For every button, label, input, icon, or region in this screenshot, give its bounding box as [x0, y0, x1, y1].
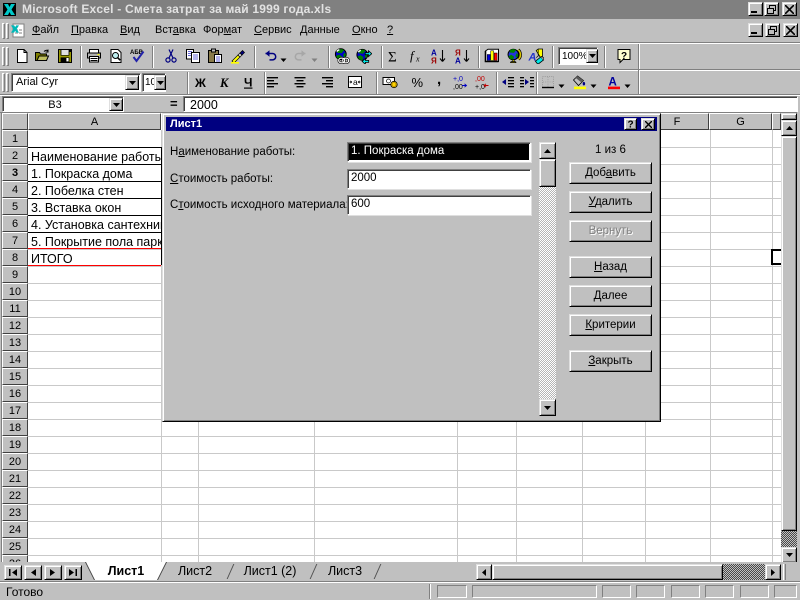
svg-text:,: , [437, 74, 441, 88]
svg-text:%: % [412, 75, 424, 90]
svg-text:Ж: Ж [194, 76, 206, 90]
svg-text:x: x [415, 55, 420, 64]
svg-text:?: ? [621, 51, 627, 62]
svg-text:К: К [219, 76, 230, 90]
svg-text:Σ: Σ [388, 50, 397, 65]
svg-text:?: ? [628, 120, 634, 130]
svg-text:А: А [455, 57, 461, 65]
svg-text:+,0: +,0 [475, 84, 485, 90]
svg-text:Ч: Ч [244, 76, 252, 90]
svg-text:+,0: +,0 [453, 76, 463, 83]
svg-text:Я: Я [431, 57, 437, 65]
svg-text:,00: ,00 [475, 76, 485, 83]
svg-text:a: a [353, 77, 358, 87]
svg-text:,00: ,00 [453, 84, 463, 90]
svg-text:A: A [528, 52, 537, 64]
